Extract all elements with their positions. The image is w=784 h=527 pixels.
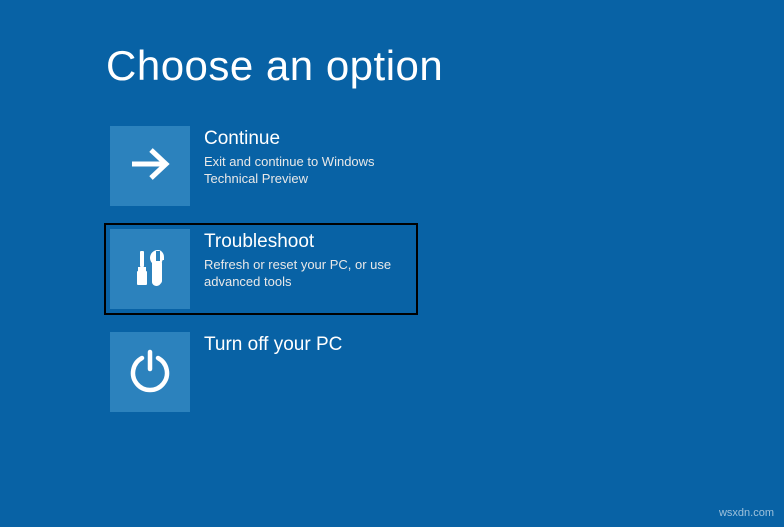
recovery-options-container: Choose an option Continue Exit and conti…	[0, 0, 784, 416]
troubleshoot-tile-icon	[110, 229, 190, 309]
page-title: Choose an option	[106, 42, 784, 90]
turnoff-text: Turn off your PC	[190, 332, 412, 359]
turnoff-option[interactable]: Turn off your PC	[106, 328, 416, 416]
continue-option[interactable]: Continue Exit and continue to Windows Te…	[106, 122, 416, 210]
power-icon	[125, 345, 175, 400]
troubleshoot-text: Troubleshoot Refresh or reset your PC, o…	[190, 229, 412, 291]
continue-tile-icon	[110, 126, 190, 206]
watermark-text: wsxdn.com	[719, 507, 774, 519]
troubleshoot-option[interactable]: Troubleshoot Refresh or reset your PC, o…	[106, 225, 416, 313]
troubleshoot-title: Troubleshoot	[204, 231, 412, 254]
continue-title: Continue	[204, 128, 412, 151]
troubleshoot-subtitle: Refresh or reset your PC, or use advance…	[204, 256, 412, 291]
arrow-right-icon	[125, 139, 175, 194]
continue-subtitle: Exit and continue to Windows Technical P…	[204, 153, 412, 188]
tools-icon	[125, 242, 175, 297]
turnoff-title: Turn off your PC	[204, 334, 412, 357]
continue-text: Continue Exit and continue to Windows Te…	[190, 126, 412, 188]
turnoff-tile-icon	[110, 332, 190, 412]
